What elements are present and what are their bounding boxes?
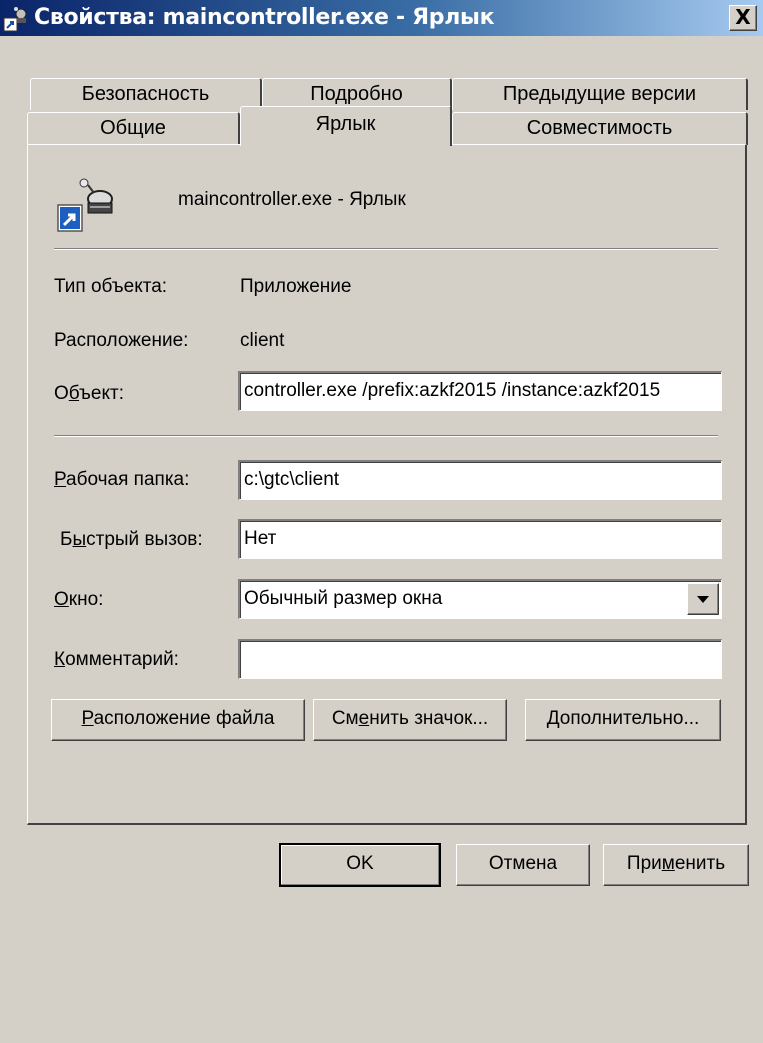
comment-label: Комментарий: <box>54 649 179 670</box>
workdir-label: Рабочая папка: <box>54 469 190 490</box>
properties-dialog: Свойства: maincontroller.exe - Ярлык X Б… <box>0 0 763 1043</box>
workdir-input[interactable]: c:\gtc\client <box>238 460 722 500</box>
comment-input[interactable] <box>238 639 722 679</box>
title-bar[interactable]: Свойства: maincontroller.exe - Ярлык X <box>0 0 763 36</box>
window-title: Свойства: maincontroller.exe - Ярлык <box>34 5 495 30</box>
hotkey-input[interactable]: Нет <box>238 519 722 559</box>
tab-compatibility[interactable]: Совместимость <box>452 112 748 145</box>
apply-button[interactable]: Применить <box>603 844 749 886</box>
shortcut-name: maincontroller.exe - Ярлык <box>178 189 406 210</box>
tab-general[interactable]: Общие <box>27 112 240 145</box>
target-input[interactable]: controller.exe /prefix:azkf2015 /instanc… <box>238 371 722 411</box>
shortcut-app-icon <box>3 7 27 32</box>
close-icon: X <box>735 5 751 29</box>
tab-shortcut[interactable]: Ярлык <box>240 106 452 146</box>
change-icon-button[interactable]: Сменить значок... <box>313 699 507 741</box>
ok-button[interactable]: OK <box>279 843 441 887</box>
separator <box>54 248 718 250</box>
location-value: client <box>240 330 285 351</box>
window-label: Окно: <box>54 589 104 610</box>
tab-previous-versions[interactable]: Предыдущие версии <box>452 78 748 110</box>
window-select-value: Обычный размер окна <box>244 588 443 609</box>
tab-security[interactable]: Безопасность <box>30 78 262 110</box>
shortcut-tab-panel: maincontroller.exe - Ярлык Тип объекта: … <box>27 144 747 825</box>
advanced-button[interactable]: Дополнительно... <box>525 699 721 741</box>
chevron-down-icon[interactable] <box>687 583 719 615</box>
type-value: Приложение <box>240 276 352 297</box>
close-button[interactable]: X <box>729 5 757 31</box>
type-label: Тип объекта: <box>54 276 168 297</box>
separator <box>54 435 718 437</box>
shortcut-app-icon <box>57 178 113 232</box>
location-label: Расположение: <box>54 330 189 351</box>
open-file-location-button[interactable]: Расположение файла <box>51 699 305 741</box>
window-select[interactable]: Обычный размер окна <box>238 579 722 619</box>
hotkey-label: Быстрый вызов: <box>60 529 203 550</box>
cancel-button[interactable]: Отмена <box>456 844 590 886</box>
target-label: Объект: <box>54 383 124 404</box>
